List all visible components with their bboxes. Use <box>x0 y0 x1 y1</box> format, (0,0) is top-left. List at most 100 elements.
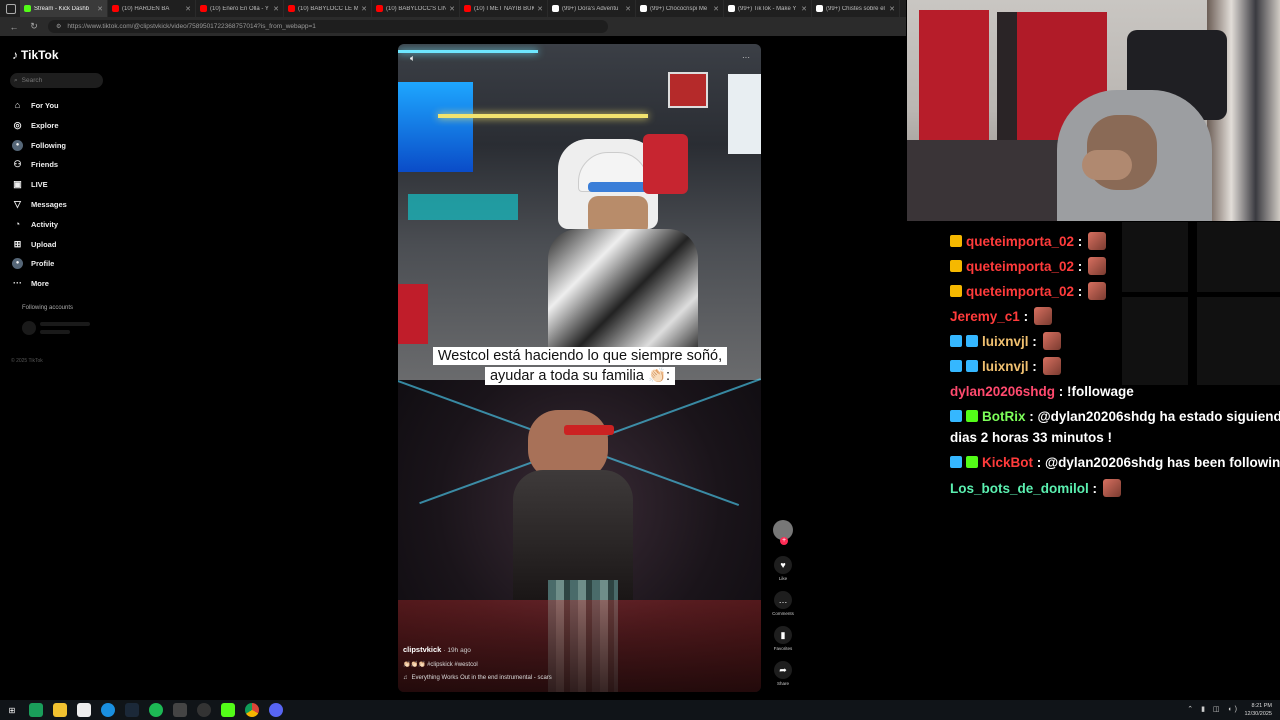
nav-item-explore[interactable]: ◎ Explore <box>12 117 59 133</box>
chat-badge-icon <box>950 260 962 272</box>
tab-close-icon[interactable]: ✕ <box>97 5 103 13</box>
site-info-icon[interactable]: ⚙ <box>56 23 61 30</box>
search-input[interactable]: ⌕ Search <box>10 73 103 88</box>
file-icon[interactable] <box>77 703 91 717</box>
tab-close-icon[interactable]: ✕ <box>185 5 191 13</box>
volume-icon[interactable]: 🔈︎ <box>410 53 415 64</box>
tab-favicon-icon <box>552 5 559 12</box>
chat-username[interactable]: queteimporta_02 <box>966 259 1074 274</box>
chat-username[interactable]: queteimporta_02 <box>966 284 1074 299</box>
tab-close-icon[interactable]: ✕ <box>889 5 895 13</box>
video-music[interactable]: ♫ Everything Works Out in the end instru… <box>403 675 552 681</box>
window-menu-icon[interactable] <box>6 3 16 14</box>
browser-tab[interactable]: (10) BABYLOCC LE M ✕ <box>284 0 372 17</box>
browser-tab[interactable]: (10) BABYLOCC'S LIN ✕ <box>372 0 460 17</box>
comment-icon: … <box>774 591 792 609</box>
browser-tab[interactable]: (10) Enero En Olla - Y ✕ <box>196 0 284 17</box>
spotify-icon[interactable] <box>149 703 163 717</box>
chat-badge-icon <box>966 456 978 468</box>
follow-plus-icon[interactable]: + <box>780 537 788 545</box>
tiktok-logo[interactable]: ♪ TikTok <box>12 48 59 62</box>
nav-item-live[interactable]: ▣ LIVE <box>12 176 47 192</box>
kick-icon[interactable] <box>221 703 235 717</box>
browser-tab[interactable]: (99+) Dora's Adventu ✕ <box>548 0 636 17</box>
chat-message: luixnvjl : <box>950 332 1061 351</box>
more-options-icon[interactable]: ··· <box>742 53 750 62</box>
chat-username[interactable]: luixnvjl <box>982 334 1029 349</box>
tab-close-icon[interactable]: ✕ <box>713 5 719 13</box>
tab-close-icon[interactable]: ✕ <box>273 5 279 13</box>
tab-close-icon[interactable]: ✕ <box>801 5 807 13</box>
folder-icon[interactable] <box>53 703 67 717</box>
share-button[interactable]: ➦ Share <box>772 661 794 686</box>
chat-badge-icon <box>950 410 962 422</box>
nav-item-more[interactable]: ··· More <box>12 275 49 291</box>
tab-label: (10) I MET NAYIB BUK <box>474 5 535 12</box>
video-hashtags[interactable]: 👏🏻👏🏻👏🏻 #clipskick #westcol <box>403 661 478 668</box>
discord-icon[interactable] <box>269 703 283 717</box>
pen-icon[interactable] <box>173 703 187 717</box>
favorites-button[interactable]: ▮ Favorites <box>772 626 794 651</box>
chat-username[interactable]: KickBot <box>982 455 1033 470</box>
nav-item-upload[interactable]: ⊞ Upload <box>12 236 57 252</box>
chat-username[interactable]: Los_bots_de_domilol <box>950 481 1089 496</box>
terminal-icon[interactable] <box>29 703 43 717</box>
chat-username[interactable]: BotRix <box>982 409 1026 424</box>
tab-label: (99+) Dora's Adventu <box>562 5 619 12</box>
chat-badge-icon <box>950 360 962 372</box>
chat-username[interactable]: queteimporta_02 <box>966 234 1074 249</box>
system-tray[interactable]: ⌃ ▮ ◫ ◖) <box>1187 705 1240 713</box>
browser-tab[interactable]: (99+) Chococrispi Me ✕ <box>636 0 724 17</box>
copyright: © 2025 TikTok <box>11 358 43 364</box>
back-button[interactable]: ← <box>8 22 20 32</box>
nav-item-for-you[interactable]: ⌂ For You <box>12 97 59 113</box>
comments-button[interactable]: … Comments <box>772 591 794 616</box>
like-button[interactable]: ♥ Like <box>772 556 794 581</box>
chat-username[interactable]: Jeremy_c1 <box>950 309 1020 324</box>
clock[interactable]: 8:21 PM 12/30/2025 <box>1244 702 1272 718</box>
start-icon[interactable]: ⊞ <box>5 703 19 717</box>
tab-close-icon[interactable]: ✕ <box>361 5 367 13</box>
tab-close-icon[interactable]: ✕ <box>449 5 455 13</box>
activity-icon: ◔ <box>14 219 21 229</box>
browser-tab[interactable]: (99+) TikTok - Make Y ✕ <box>724 0 812 17</box>
nav-item-messages[interactable]: ▽ Messages <box>12 196 67 212</box>
tab-close-icon[interactable]: ✕ <box>537 5 543 13</box>
chat-username[interactable]: dylan20206shdg <box>950 384 1055 399</box>
url-field[interactable]: ⚙ https://www.tiktok.com/@clipstvkick/vi… <box>48 20 608 33</box>
chat-username[interactable]: luixnvjl <box>982 359 1029 374</box>
chat-text: : !followage <box>1055 384 1134 399</box>
nav-item-following[interactable]: ● Following <box>12 137 66 153</box>
chat-badge-icon <box>950 456 962 468</box>
video-author[interactable]: clipstvkick · 19h ago <box>403 645 471 654</box>
chat-text: : <box>1074 234 1087 249</box>
chat-message: Jeremy_c1 : <box>950 307 1052 326</box>
tab-label: (99+) Chistes sobre el <box>826 5 885 12</box>
tab-label: (10) Enero En Olla - Y <box>210 5 269 12</box>
browser-tab[interactable]: (10) HARDEN BA ✕ <box>108 0 196 17</box>
following-avatar-icon: ● <box>12 139 23 151</box>
nav-item-activity[interactable]: ◔ Activity <box>12 216 58 232</box>
nav-item-profile[interactable]: ● Profile <box>12 255 54 271</box>
reload-button[interactable]: ↻ <box>28 21 40 32</box>
action-label: Favorites <box>773 646 793 651</box>
chrome-icon[interactable] <box>245 703 259 717</box>
tab-close-icon[interactable]: ✕ <box>625 5 631 13</box>
tab-favicon-icon <box>464 5 471 12</box>
author-name[interactable]: clipstvkick <box>403 645 441 654</box>
chat-text: : <box>1074 259 1087 274</box>
clock-time: 8:21 PM <box>1251 703 1272 709</box>
nav-item-friends[interactable]: ⚇ Friends <box>12 156 58 172</box>
logo-text: TikTok <box>21 48 59 62</box>
browser-icon[interactable] <box>101 703 115 717</box>
obs-icon[interactable] <box>197 703 211 717</box>
browser-tab[interactable]: Stream - Kick Dashb ✕ <box>20 0 108 17</box>
browser-tab[interactable]: (10) I MET NAYIB BUK ✕ <box>460 0 548 17</box>
nav-label: For You <box>31 100 59 110</box>
browser-address-bar: ← ↻ ⚙ https://www.tiktok.com/@clipstvkic… <box>0 17 906 36</box>
browser-tab[interactable]: (99+) Chistes sobre el ✕ <box>812 0 900 17</box>
steam-icon[interactable] <box>125 703 139 717</box>
tab-favicon-icon <box>112 5 119 12</box>
music-note-icon: ♫ <box>403 675 408 681</box>
video-player[interactable]: Westcol está haciendo lo que siempre soñ… <box>398 44 761 692</box>
